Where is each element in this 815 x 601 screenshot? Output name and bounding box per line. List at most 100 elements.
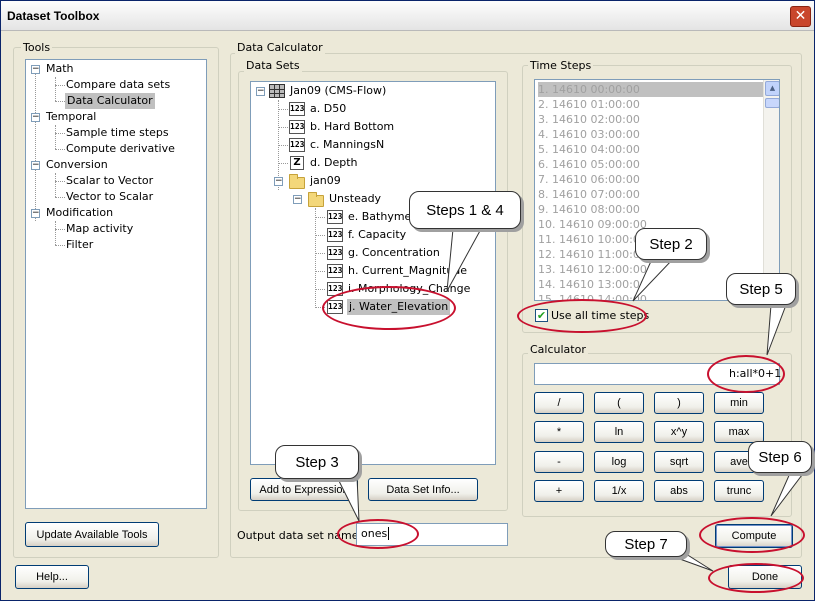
dataset-toolbox-window: Dataset Toolbox ✕ Tools − Math Compare d…: [0, 0, 815, 601]
folder-icon: [289, 174, 305, 189]
scroll-thumb[interactable]: [765, 98, 779, 108]
calc-button-xpowy[interactable]: x^y: [654, 421, 704, 443]
time-steps-scrollbar[interactable]: ▲ ▼: [763, 80, 779, 300]
calc-button-multiply[interactable]: *: [534, 421, 584, 443]
unsteady-expander-icon[interactable]: −: [293, 195, 302, 204]
tree-item-sample-time-steps[interactable]: Sample time steps: [66, 125, 169, 141]
scalar-123-icon: 123: [289, 138, 305, 152]
time-step-row[interactable]: 6. 14610 05:00:00: [538, 157, 640, 172]
calc-button-sqrt[interactable]: sqrt: [654, 451, 704, 473]
step2-callout: Step 2: [635, 228, 707, 260]
step1-highlight-ellipse: [322, 286, 456, 330]
help-button[interactable]: Help...: [15, 565, 89, 589]
time-step-row[interactable]: 9. 14610 08:00:00: [538, 202, 640, 217]
step7-callout: Step 7: [605, 531, 687, 557]
math-expander-icon[interactable]: −: [31, 65, 40, 74]
tree-item-concentration[interactable]: g. Concentration: [348, 245, 440, 261]
tools-tree[interactable]: − Math Compare data sets Data Calculator…: [25, 59, 207, 509]
scalar-123-icon: 123: [327, 246, 343, 260]
scalar-123-icon: 123: [327, 228, 343, 242]
data-set-info-button[interactable]: Data Set Info...: [368, 478, 478, 501]
grid-icon: [269, 84, 285, 98]
time-step-row[interactable]: 3. 14610 02:00:00: [538, 112, 640, 127]
tree-category-conversion[interactable]: Conversion: [46, 157, 108, 173]
calc-button-min[interactable]: min: [714, 392, 764, 414]
tree-item-map-activity[interactable]: Map activity: [66, 221, 133, 237]
scalar-123-icon: 123: [289, 120, 305, 134]
tree-folder-jan09[interactable]: jan09: [310, 173, 341, 189]
calc-button-lparen[interactable]: (: [594, 392, 644, 414]
time-steps-list[interactable]: 1. 14610 00:00:00 2. 14610 01:00:00 3. 146…: [534, 79, 780, 301]
step7-highlight-ellipse: [708, 563, 804, 593]
time-step-row[interactable]: 4. 14610 03:00:00: [538, 127, 640, 142]
calc-button-minus[interactable]: -: [534, 451, 584, 473]
calc-button-divide[interactable]: /: [534, 392, 584, 414]
close-icon[interactable]: ✕: [790, 6, 811, 27]
time-step-row[interactable]: 2. 14610 01:00:00: [538, 97, 640, 112]
expression-value: h:all*0+1: [729, 367, 782, 380]
time-step-row[interactable]: 8. 14610 07:00:00: [538, 187, 640, 202]
tree-folder-unsteady[interactable]: Unsteady: [329, 191, 381, 207]
calc-button-1dividex[interactable]: 1/x: [594, 480, 644, 502]
window-title: Dataset Toolbox: [7, 9, 100, 23]
data-calculator-group-label: Data Calculator: [235, 41, 325, 54]
tree-category-math[interactable]: Math: [46, 61, 74, 77]
tree-item-capacity[interactable]: f. Capacity: [348, 227, 406, 243]
tree-item-filter[interactable]: Filter: [66, 237, 93, 253]
tree-item-manningsn[interactable]: c. ManningsN: [310, 137, 384, 153]
add-to-expression-button[interactable]: Add to Expression: [250, 478, 358, 501]
step5-callout: Step 5: [726, 273, 796, 305]
scalar-123-icon: 123: [327, 264, 343, 278]
step1-4-callout: Steps 1 & 4: [409, 191, 521, 229]
calc-button-abs[interactable]: abs: [654, 480, 704, 502]
step3-highlight-ellipse: [337, 519, 419, 549]
time-steps-group-label: Time Steps: [528, 59, 594, 72]
step6-highlight-ellipse: [699, 517, 805, 553]
tree-item-depth[interactable]: d. Depth: [310, 155, 357, 171]
calc-button-ln[interactable]: ln: [594, 421, 644, 443]
step6-callout: Step 6: [748, 441, 812, 473]
scroll-up-icon[interactable]: ▲: [765, 81, 779, 96]
calc-button-plus[interactable]: +: [534, 480, 584, 502]
tree-item-compute-derivative[interactable]: Compute derivative: [66, 141, 175, 157]
scalar-123-icon: 123: [327, 210, 343, 224]
tree-item-d50[interactable]: a. D50: [310, 101, 346, 117]
time-step-row[interactable]: 14. 14610 13:00:00: [538, 277, 647, 292]
calc-button-rparen[interactable]: ): [654, 392, 704, 414]
calc-button-log[interactable]: log: [594, 451, 644, 473]
calc-button-max[interactable]: max: [714, 421, 764, 443]
tree-item-scalar-to-vector[interactable]: Scalar to Vector: [66, 173, 153, 189]
z-icon: Z: [290, 156, 304, 170]
time-step-row[interactable]: 13. 14610 12:00:00: [538, 262, 647, 277]
tree-category-modification[interactable]: Modification: [46, 205, 113, 221]
time-step-row[interactable]: 7. 14610 06:00:00: [538, 172, 640, 187]
conversion-expander-icon[interactable]: −: [31, 161, 40, 170]
tree-item-compare-data-sets[interactable]: Compare data sets: [66, 77, 170, 93]
jan09-expander-icon[interactable]: −: [274, 177, 283, 186]
time-step-row[interactable]: 5. 14610 04:00:00: [538, 142, 640, 157]
tree-item-vector-to-scalar[interactable]: Vector to Scalar: [66, 189, 153, 205]
folder-icon: [308, 192, 324, 207]
modification-expander-icon[interactable]: −: [31, 209, 40, 218]
tree-root-jan09-cms-flow[interactable]: Jan09 (CMS-Flow): [290, 83, 386, 99]
tree-category-temporal[interactable]: Temporal: [46, 109, 96, 125]
tools-group-label: Tools: [21, 41, 53, 54]
temporal-expander-icon[interactable]: −: [31, 113, 40, 122]
time-step-row[interactable]: 1. 14610 00:00:00: [538, 82, 766, 97]
tree-item-data-calculator[interactable]: Data Calculator: [65, 93, 155, 109]
calculator-group-label: Calculator: [528, 343, 588, 356]
tree-item-current-magnitude[interactable]: h. Current_Magnitude: [348, 263, 467, 279]
scalar-123-icon: 123: [289, 102, 305, 116]
tree-item-hard-bottom[interactable]: b. Hard Bottom: [310, 119, 394, 135]
time-step-row[interactable]: 11. 14610 10:00:00: [538, 232, 647, 247]
data-sets-group-label: Data Sets: [244, 59, 302, 72]
step2-highlight-ellipse: [517, 299, 647, 333]
time-step-row[interactable]: 12. 14610 11:00:00: [538, 247, 647, 262]
title-bar: Dataset Toolbox ✕: [1, 1, 814, 31]
root-expander-icon[interactable]: −: [256, 87, 265, 96]
calc-button-trunc[interactable]: trunc: [714, 480, 764, 502]
step3-callout: Step 3: [275, 445, 359, 479]
update-available-tools-button[interactable]: Update Available Tools: [25, 522, 159, 547]
time-step-row[interactable]: 10. 14610 09:00:00: [538, 217, 647, 232]
data-sets-tree[interactable]: − Jan09 (CMS-Flow) 123 a. D50 123 b. Har…: [250, 81, 496, 465]
